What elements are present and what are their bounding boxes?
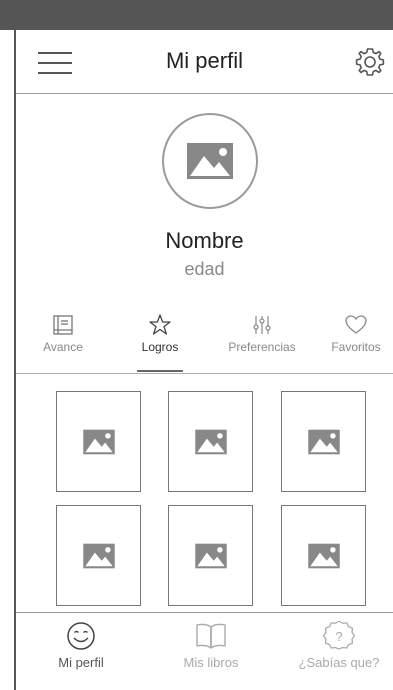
image-placeholder-icon bbox=[194, 543, 227, 568]
profile-name: Nombre bbox=[165, 228, 244, 253]
image-placeholder-icon bbox=[82, 543, 115, 568]
grid-tile[interactable] bbox=[56, 505, 141, 606]
tab-label: Logros bbox=[141, 340, 179, 354]
tab-label: Avance bbox=[43, 340, 83, 354]
tab-label: Preferencias bbox=[228, 340, 296, 354]
image-placeholder-icon bbox=[187, 143, 233, 179]
image-placeholder-icon bbox=[307, 429, 340, 454]
question-badge-icon: ? bbox=[323, 621, 355, 650]
grid-tile[interactable] bbox=[168, 505, 253, 606]
nav-mis-libros[interactable]: Mis libros bbox=[176, 613, 246, 690]
tab-logros[interactable]: Logros bbox=[135, 310, 185, 374]
image-placeholder-icon bbox=[82, 429, 115, 454]
image-placeholder-icon bbox=[194, 429, 227, 454]
profile-tabs: Avance Logros Preferencias Favoritos bbox=[16, 310, 393, 374]
avatar[interactable] bbox=[162, 113, 258, 209]
top-bar: Mi perfil bbox=[16, 30, 393, 94]
grid-tile[interactable] bbox=[168, 391, 253, 492]
nav-label: Mis libros bbox=[183, 655, 239, 670]
tab-preferencias[interactable]: Preferencias bbox=[222, 310, 302, 374]
nav-sabias-que[interactable]: ? ¿Sabías que? bbox=[294, 613, 384, 690]
tab-favoritos[interactable]: Favoritos bbox=[324, 310, 388, 374]
tab-label: Favoritos bbox=[331, 340, 381, 354]
bottom-nav: Mi perfil Mis libros ? ¿Sabías que? bbox=[16, 612, 393, 690]
grid-tile[interactable] bbox=[281, 505, 366, 606]
image-placeholder-icon bbox=[307, 543, 340, 568]
tab-avance[interactable]: Avance bbox=[38, 310, 88, 374]
status-bar bbox=[0, 0, 393, 30]
nav-mi-perfil[interactable]: Mi perfil bbox=[46, 613, 116, 690]
book-icon bbox=[196, 623, 226, 649]
page-title: Mi perfil bbox=[165, 48, 243, 73]
star-icon bbox=[149, 314, 171, 335]
profile-age: edad bbox=[184, 259, 225, 279]
gear-icon[interactable] bbox=[354, 46, 386, 78]
progress-icon bbox=[53, 315, 73, 335]
grid-tile[interactable] bbox=[56, 391, 141, 492]
grid-tile[interactable] bbox=[281, 391, 366, 492]
smiley-icon bbox=[67, 622, 95, 650]
svg-text:?: ? bbox=[335, 629, 342, 644]
nav-label: ¿Sabías que? bbox=[298, 655, 380, 670]
heart-icon bbox=[345, 315, 367, 334]
nav-label: Mi perfil bbox=[58, 655, 104, 670]
app-frame: Mi perfil Nombre edad Avance Logros Pref… bbox=[0, 0, 393, 690]
active-tab-indicator bbox=[137, 370, 183, 372]
sliders-icon bbox=[253, 316, 271, 334]
